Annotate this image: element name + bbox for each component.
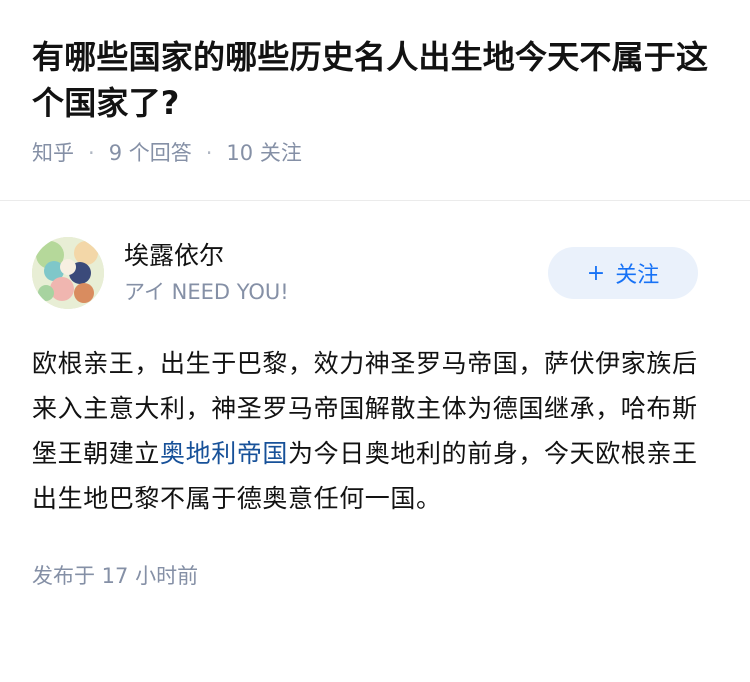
author-name[interactable]: 埃露依尔	[124, 239, 548, 273]
inline-link[interactable]: 奥地利帝国	[160, 439, 288, 468]
answer-content: 欧根亲王，出生于巴黎，效力神圣罗马帝国，萨伏伊家族后来入主意大利，神圣罗马帝国解…	[32, 341, 718, 521]
source-label[interactable]: 知乎	[32, 138, 74, 168]
answer-card: 埃露依尔 アイ NEED YOU! + 关注 欧根亲王，出生于巴黎，效力神圣罗马…	[0, 201, 750, 591]
follow-button-label: 关注	[615, 263, 660, 288]
followers-count[interactable]: 10 关注	[226, 138, 301, 168]
plus-icon: +	[586, 260, 606, 286]
avatar[interactable]	[32, 237, 104, 309]
author-row: 埃露依尔 アイ NEED YOU! + 关注	[32, 237, 718, 309]
question-header: 有哪些国家的哪些历史名人出生地今天不属于这个国家了? 知乎 · 9 个回答 · …	[0, 0, 750, 166]
avatar-image	[32, 237, 104, 309]
author-headline: アイ NEED YOU!	[124, 280, 289, 304]
answer-page: 有哪些国家的哪些历史名人出生地今天不属于这个国家了? 知乎 · 9 个回答 · …	[0, 0, 750, 682]
question-title[interactable]: 有哪些国家的哪些历史名人出生地今天不属于这个国家了?	[32, 34, 718, 126]
question-meta: 知乎 · 9 个回答 · 10 关注	[32, 138, 718, 168]
answers-count[interactable]: 9 个回答	[109, 138, 192, 168]
author-info: 埃露依尔 アイ NEED YOU!	[124, 239, 548, 307]
publish-time: 发布于 17 小时前	[32, 564, 199, 588]
follow-button[interactable]: + 关注	[548, 247, 698, 299]
separator-dot: ·	[205, 141, 213, 165]
separator-dot: ·	[88, 141, 95, 165]
